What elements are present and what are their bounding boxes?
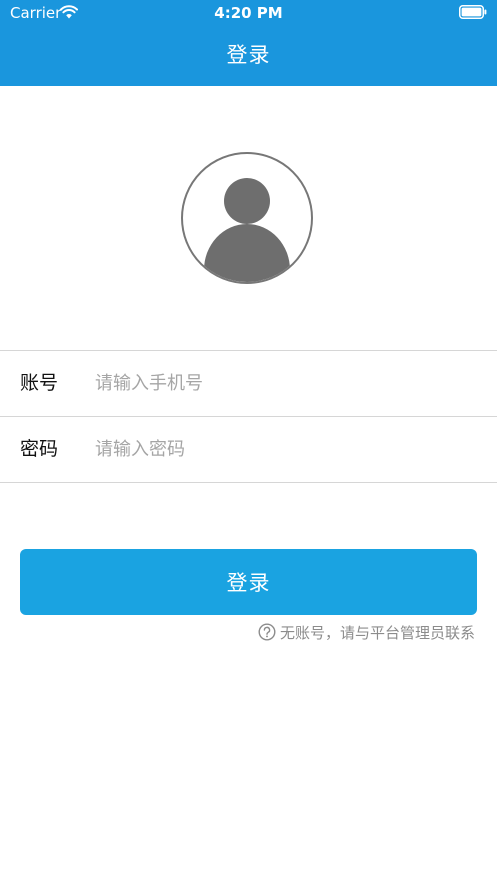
login-form: 账号 密码	[0, 350, 497, 483]
no-account-hint: 无账号，请与平台管理员联系	[258, 621, 475, 643]
account-row: 账号	[0, 351, 497, 416]
password-label: 密码	[20, 438, 59, 460]
password-input[interactable]	[95, 429, 475, 469]
battery-icon	[459, 5, 487, 19]
no-account-hint-text: 无账号，请与平台管理员联系	[279, 623, 475, 642]
app-header: Carrier 4:20 PM 登录	[0, 0, 497, 86]
account-input[interactable]	[95, 363, 475, 403]
avatar	[181, 152, 313, 284]
account-label: 账号	[20, 372, 59, 394]
question-circle-icon	[258, 623, 276, 641]
page-title: 登录	[226, 43, 271, 67]
status-bar: Carrier 4:20 PM	[0, 0, 497, 26]
login-button[interactable]: 登录	[20, 549, 477, 615]
user-avatar-icon	[204, 178, 290, 282]
password-row: 密码	[0, 416, 497, 482]
status-time: 4:20 PM	[214, 4, 283, 22]
